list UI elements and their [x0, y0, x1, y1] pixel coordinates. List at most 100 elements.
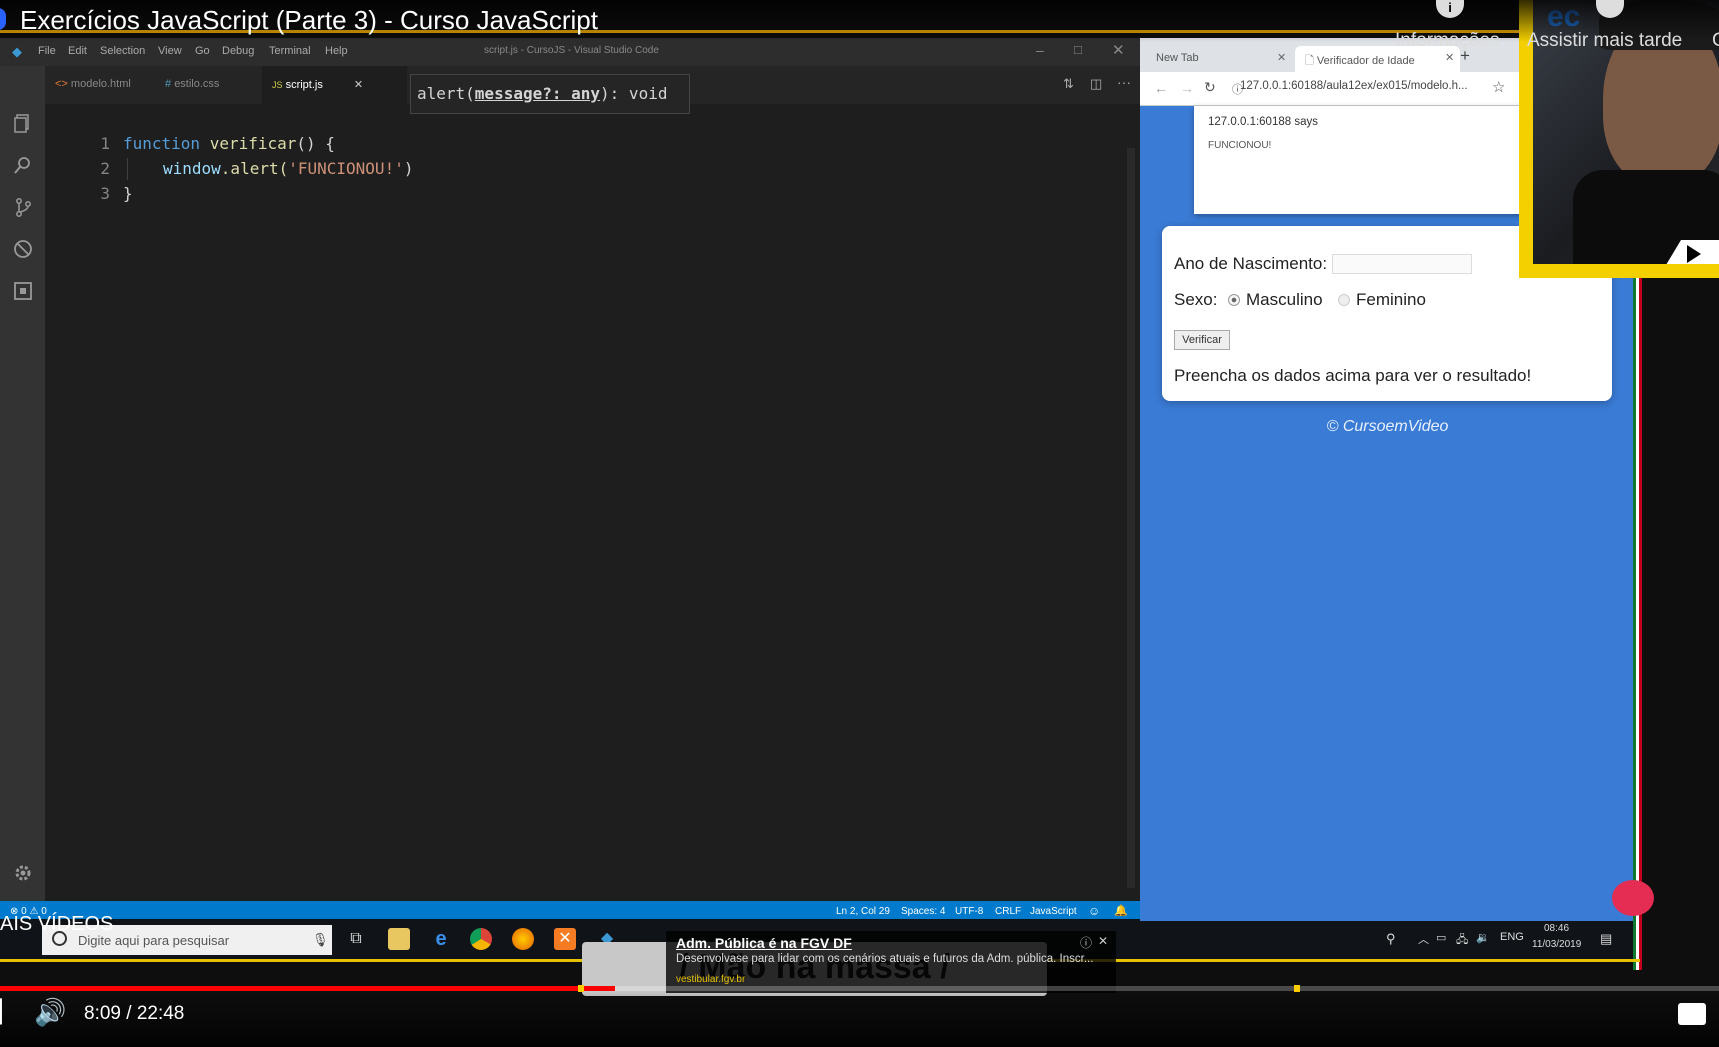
notifications-bell-icon[interactable]: 🔔 — [1114, 904, 1128, 917]
alert-dialog: 127.0.0.1:60188 says FUNCIONOU! — [1194, 106, 1534, 214]
browser-tab-new-tab[interactable]: New Tab ✕ — [1146, 46, 1291, 72]
menu-debug[interactable]: Debug — [222, 45, 254, 57]
people-icon[interactable]: ⚲ — [1386, 931, 1396, 947]
editor-scrollbar[interactable] — [1127, 148, 1135, 888]
reload-icon[interactable]: ↻ — [1204, 79, 1216, 96]
firefox-icon[interactable] — [512, 928, 534, 950]
vscode-titlebar: ◆ File Edit Selection View Go Debug Term… — [0, 38, 1140, 66]
radio-feminino[interactable] — [1338, 294, 1350, 306]
line-ending[interactable]: CRLF — [995, 906, 1021, 917]
result-text: Preencha os dados acima para ver o resul… — [1174, 366, 1532, 385]
watch-later-label[interactable]: Assistir mais tarde — [1527, 30, 1682, 52]
network-icon[interactable]: 🖧 — [1456, 931, 1468, 950]
info-button-label[interactable]: Informações — [1395, 30, 1500, 52]
action-center-icon[interactable]: ▤ — [1600, 931, 1612, 947]
menu-file[interactable]: File — [38, 45, 56, 57]
menu-go[interactable]: Go — [195, 45, 210, 57]
menu-edit[interactable]: Edit — [68, 45, 87, 57]
close-tab-icon[interactable]: ✕ — [1445, 51, 1454, 64]
open-changes-icon[interactable]: ⇅ — [1063, 76, 1074, 92]
line-number: 3 — [100, 184, 110, 203]
show-hidden-icons[interactable]: ︿ — [1418, 931, 1429, 947]
settings-gear-icon[interactable] — [12, 863, 34, 885]
close-tab-icon[interactable]: ✕ — [1277, 51, 1286, 64]
more-actions-icon[interactable]: ··· — [1117, 74, 1131, 90]
tab-title: Verificador de Idade — [1316, 55, 1415, 67]
ad-info-icon[interactable]: ⓘ — [1080, 934, 1092, 951]
xampp-icon[interactable]: ✕ — [554, 928, 576, 950]
back-arrow-icon[interactable]: ← — [1154, 80, 1168, 96]
tab-estilo-css[interactable]: # estilo.css — [155, 66, 250, 104]
ad-url[interactable]: vestibular.fgv.br — [676, 974, 745, 985]
alert-message: FUNCIONOU! — [1208, 140, 1272, 151]
clock-date[interactable]: 11/03/2019 — [1532, 939, 1581, 950]
address-bar[interactable]: 127.0.0.1:60188/aula12ex/ex015/modelo.h.… — [1240, 80, 1468, 92]
encoding[interactable]: UTF-8 — [955, 906, 983, 917]
share-label-cut[interactable]: C — [1712, 30, 1719, 52]
hover-param: message?: any — [474, 84, 601, 103]
ad-close-icon[interactable]: ✕ — [1098, 934, 1108, 948]
ad-overlay[interactable]: Adm. Pública é na FGV DF Desenvolvase pa… — [666, 931, 1116, 993]
tab-modelo-html[interactable]: <> modelo.html — [45, 66, 145, 104]
tab-label: estilo.css — [174, 78, 220, 90]
forward-arrow-icon[interactable]: → — [1180, 80, 1194, 96]
minimize-icon[interactable]: – — [1036, 42, 1044, 58]
tab-label: script.js — [285, 79, 323, 91]
task-view-icon[interactable]: ⧉ — [345, 928, 367, 950]
code-editor[interactable]: 1 2 3 function verificar() { window.aler… — [45, 104, 1125, 901]
code-punct: () { — [296, 134, 335, 153]
ad-title[interactable]: Adm. Pública é na FGV DF — [676, 935, 852, 951]
page-icon: 🗋 — [1305, 55, 1314, 67]
vscode-logo-icon: ◆ — [12, 44, 22, 59]
tab-script-js[interactable]: JS script.js ✕ — [262, 66, 407, 104]
accent-stripe — [1639, 278, 1642, 970]
volume-icon[interactable]: 🔊 — [34, 997, 66, 1028]
maximize-icon[interactable]: □ — [1074, 42, 1082, 57]
menu-selection[interactable]: Selection — [100, 45, 145, 57]
menu-view[interactable]: View — [158, 45, 182, 57]
video-title[interactable]: Exercícios JavaScript (Parte 3) - Curso … — [20, 5, 598, 36]
year-input[interactable] — [1332, 254, 1472, 274]
cursor-position[interactable]: Ln 2, Col 29 — [836, 906, 890, 917]
verify-button[interactable]: Verificar — [1174, 330, 1230, 350]
feedback-smiley-icon[interactable]: ☺ — [1088, 904, 1100, 918]
css-file-icon: # — [165, 78, 172, 90]
battery-icon[interactable]: ▭ — [1436, 931, 1446, 944]
source-control-icon[interactable] — [12, 196, 34, 218]
next-video-icon[interactable]: ▏ — [0, 999, 17, 1025]
language-indicator[interactable]: ENG — [1500, 931, 1524, 943]
search-icon[interactable] — [12, 154, 34, 176]
radio-masculino[interactable] — [1228, 294, 1240, 306]
split-editor-icon[interactable]: ◫ — [1090, 76, 1102, 92]
code-punct: ) — [403, 159, 414, 178]
indentation[interactable]: Spaces: 4 — [901, 906, 945, 917]
explorer-icon[interactable] — [12, 112, 34, 134]
volume-icon[interactable]: 🔉 — [1476, 931, 1490, 944]
alert-origin: 127.0.0.1:60188 says — [1208, 116, 1318, 128]
menu-terminal[interactable]: Terminal — [269, 45, 311, 57]
window-title: script.js - CursoJS - Visual Studio Code — [484, 45, 659, 56]
close-window-icon[interactable]: ✕ — [1112, 41, 1125, 59]
channel-avatar[interactable] — [0, 8, 6, 30]
more-videos-label[interactable]: AIS VÍDEOS — [0, 913, 113, 936]
activity-bar — [0, 66, 45, 901]
video-controls: ▏ 🔊 8:09 / 22:48 — [0, 991, 1719, 1047]
close-tab-icon[interactable]: ✕ — [354, 79, 363, 91]
debug-icon[interactable] — [12, 238, 34, 260]
subtitles-icon[interactable] — [1678, 1003, 1706, 1025]
clock-time[interactable]: 08:46 — [1544, 923, 1569, 934]
option-feminino-label: Feminino — [1356, 290, 1426, 309]
time-display: 8:09 / 22:48 — [84, 1003, 185, 1024]
html-file-icon: <> — [55, 78, 68, 90]
microphone-icon[interactable]: 🎙 — [312, 932, 329, 948]
language-mode[interactable]: JavaScript — [1030, 906, 1077, 917]
menu-help[interactable]: Help — [325, 45, 348, 57]
file-explorer-icon[interactable] — [388, 928, 410, 950]
vscode-window: ◆ File Edit Selection View Go Debug Term… — [0, 38, 1140, 922]
method-call: .alert( — [220, 159, 289, 178]
line-number: 2 — [100, 159, 110, 178]
bookmark-star-icon[interactable]: ☆ — [1492, 78, 1505, 96]
extensions-icon[interactable] — [12, 280, 34, 302]
chrome-icon[interactable] — [470, 928, 492, 950]
edge-browser-icon[interactable]: e — [430, 928, 452, 950]
